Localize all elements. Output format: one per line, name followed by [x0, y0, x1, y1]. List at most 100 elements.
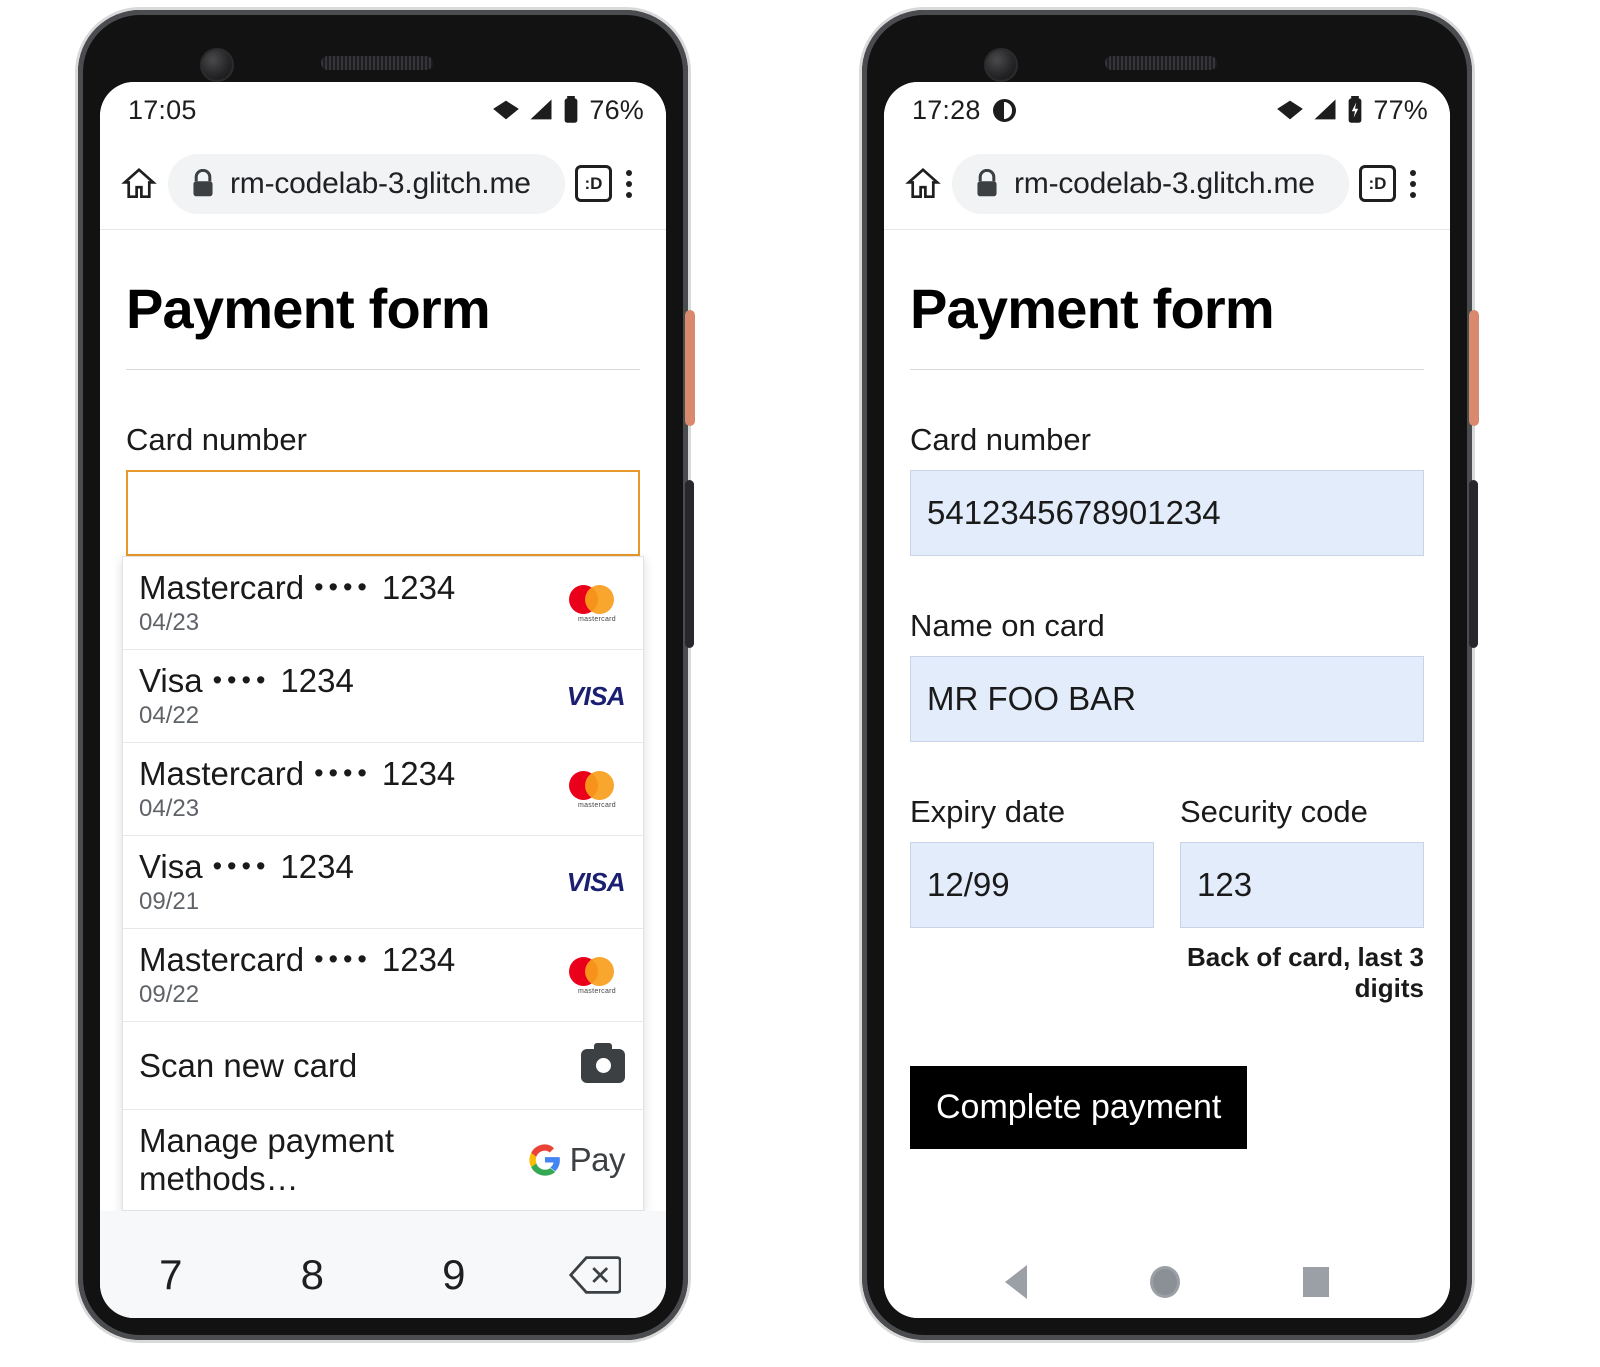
recents-square-icon[interactable] [1302, 1267, 1329, 1297]
manage-payment-methods-label: Manage payment methods… [139, 1122, 394, 1197]
mastercard-logo: mastercard [569, 583, 625, 623]
security-code-field-group: Security code 123 Back of card, last 3 d… [1180, 794, 1424, 1004]
autofill-card-row[interactable]: Mastercard •••• 1234 04/23 mastercard [123, 743, 643, 836]
wifi-icon [493, 100, 520, 120]
left-phone-screen: 17:05 76% rm-codelab-3.glitch.me :D Paym… [100, 82, 666, 1318]
address-bar[interactable]: rm-codelab-3.glitch.me [952, 153, 1349, 214]
home-icon[interactable] [904, 165, 942, 203]
card-expiry: 09/21 [139, 888, 200, 915]
back-triangle-icon[interactable] [1005, 1265, 1028, 1299]
card-number-field-group: Card number 5412345678901234 [910, 422, 1424, 556]
volume-button[interactable] [685, 480, 694, 648]
keyboard-row: 7 8 9 [100, 1233, 666, 1317]
lock-icon [193, 168, 213, 196]
card-mask-dots: •••• [314, 758, 372, 788]
page-title: Payment form [910, 230, 1424, 370]
home-circle-icon[interactable] [1149, 1266, 1180, 1298]
key-7[interactable]: 7 [100, 1251, 242, 1299]
address-bar[interactable]: rm-codelab-3.glitch.me [168, 153, 565, 214]
kebab-menu-icon[interactable] [612, 169, 646, 198]
google-pay-text: Pay [569, 1141, 626, 1178]
mastercard-logo: mastercard [569, 955, 625, 995]
left-page-content: Payment form Card number Mastercard •••• [100, 230, 666, 1211]
do-not-disturb-icon [992, 98, 1016, 122]
home-icon[interactable] [120, 165, 158, 203]
earpiece-speaker [321, 56, 433, 70]
battery-percent: 77% [1373, 94, 1428, 125]
card-expiry: 04/22 [139, 702, 200, 729]
earpiece-speaker [1105, 56, 1217, 70]
manage-payment-methods-item[interactable]: Manage payment methods… Pay [123, 1110, 643, 1210]
signal-icon [530, 99, 552, 120]
mastercard-logo: mastercard [569, 769, 625, 809]
name-on-card-label: Name on card [910, 608, 1105, 643]
tab-counter-button[interactable]: :D [1359, 165, 1396, 202]
numeric-keyboard: 7 8 9 , 0 . [100, 1211, 666, 1318]
security-code-label: Security code [1180, 794, 1368, 829]
card-last4: 1234 [381, 755, 456, 792]
autofill-card-row[interactable]: Visa •••• 1234 04/22 VISA [123, 650, 643, 743]
card-expiry: 04/23 [139, 795, 200, 822]
backspace-icon[interactable] [525, 1255, 667, 1295]
right-phone-screen: 17:28 77% rm-codelab-3.glitch.me :D Paym… [884, 82, 1450, 1318]
security-code-value: 123 [1197, 866, 1253, 903]
card-last4: 1234 [280, 662, 354, 699]
visa-logo: VISA [566, 680, 626, 711]
google-g-icon [529, 1144, 560, 1176]
kebab-menu-icon[interactable] [1396, 169, 1430, 198]
keyboard-row: , 0 . [100, 1317, 666, 1318]
status-time: 17:05 [128, 94, 197, 125]
screenshot-stage: 17:05 76% rm-codelab-3.glitch.me :D Paym… [0, 0, 1600, 1367]
card-number-label: Card number [910, 422, 1091, 457]
wifi-icon [1277, 100, 1304, 120]
tab-counter-label: :D [1368, 173, 1387, 193]
tab-counter-button[interactable]: :D [575, 165, 612, 202]
power-button[interactable] [1469, 310, 1479, 426]
key-8[interactable]: 8 [242, 1251, 384, 1299]
expiry-date-field-group: Expiry date 12/99 [910, 794, 1154, 1004]
camera-icon [581, 1042, 625, 1083]
page-title: Payment form [126, 230, 640, 370]
expiry-date-input[interactable]: 12/99 [910, 842, 1154, 928]
lock-icon [977, 168, 997, 196]
power-button[interactable] [685, 310, 695, 426]
name-on-card-value: MR FOO BAR [927, 680, 1137, 717]
battery-icon [564, 96, 578, 123]
right-nav-bar [884, 1246, 1450, 1318]
card-brand: Mastercard [139, 569, 305, 606]
card-mask-dots: •••• [314, 572, 372, 602]
scan-new-card-label: Scan new card [139, 1046, 358, 1084]
url-text: rm-codelab-3.glitch.me [1014, 166, 1315, 200]
card-last4: 1234 [280, 848, 354, 885]
card-number-field-group: Card number [126, 422, 640, 556]
autofill-card-row[interactable]: Mastercard •••• 1234 09/22 mastercard [123, 929, 643, 1022]
right-page-content: Payment form Card number 541234567890123… [884, 230, 1450, 1149]
backspace-glyph [569, 1256, 622, 1294]
card-mask-dots: •••• [212, 665, 271, 695]
visa-logo: VISA [566, 866, 626, 897]
front-camera [984, 48, 1018, 82]
battery-percent: 76% [589, 94, 644, 125]
scan-new-card-item[interactable]: Scan new card [123, 1022, 643, 1110]
tab-counter-label: :D [584, 173, 603, 193]
key-9[interactable]: 9 [383, 1251, 525, 1299]
complete-payment-button[interactable]: Complete payment [910, 1066, 1248, 1149]
card-brand: Mastercard [139, 755, 305, 792]
right-browser-bar: rm-codelab-3.glitch.me :D [884, 138, 1450, 230]
card-number-label: Card number [126, 422, 307, 457]
right-phone-device: 17:28 77% rm-codelab-3.glitch.me :D Paym… [862, 10, 1479, 1340]
expiry-security-row: Expiry date 12/99 Security code 123 Back… [910, 794, 1424, 1004]
card-last4: 1234 [381, 569, 456, 606]
left-browser-bar: rm-codelab-3.glitch.me :D [100, 138, 666, 230]
card-number-value: 5412345678901234 [927, 494, 1221, 531]
front-camera [200, 48, 234, 82]
autofill-card-row[interactable]: Mastercard •••• 1234 04/23 mastercard [123, 557, 643, 650]
volume-button[interactable] [1469, 480, 1478, 648]
card-number-input[interactable] [126, 470, 640, 556]
name-on-card-input[interactable]: MR FOO BAR [910, 656, 1424, 742]
card-number-input[interactable]: 5412345678901234 [910, 470, 1424, 556]
autofill-card-row[interactable]: Visa •••• 1234 09/21 VISA [123, 836, 643, 929]
right-status-bar: 17:28 77% [884, 82, 1450, 138]
name-on-card-field-group: Name on card MR FOO BAR [910, 608, 1424, 742]
security-code-input[interactable]: 123 [1180, 842, 1424, 928]
